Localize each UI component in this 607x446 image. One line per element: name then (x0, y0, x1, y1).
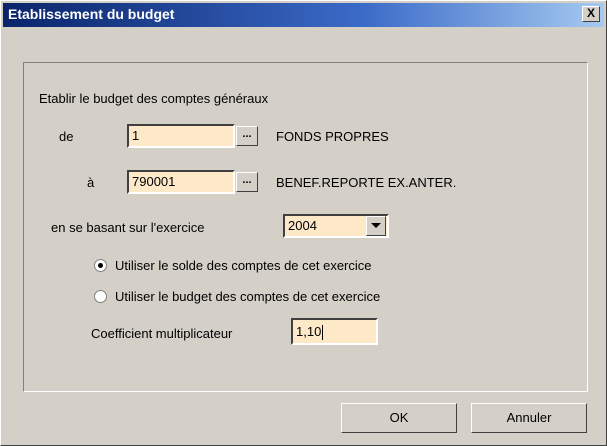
cancel-button[interactable]: Annuler (471, 403, 587, 433)
group-heading: Etablir le budget des comptes généraux (39, 91, 269, 106)
from-label: de (59, 129, 74, 144)
text-cursor (322, 325, 324, 341)
window-title: Etablissement du budget (8, 6, 175, 22)
to-account-field[interactable]: 790001 (127, 170, 235, 194)
coefficient-value: 1,10 (296, 324, 322, 339)
dialog-window: Etablissement du budget X Etablir le bud… (0, 0, 607, 446)
title-bar[interactable]: Etablissement du budget X (3, 3, 604, 27)
ellipsis-icon: ... (242, 174, 252, 186)
from-account-field[interactable]: 1 (127, 124, 235, 148)
to-account-description: BENEF.REPORTE EX.ANTER. (276, 175, 457, 190)
ellipsis-icon: ... (242, 128, 252, 140)
to-browse-button[interactable]: ... (236, 172, 258, 192)
from-account-description: FONDS PROPRES (276, 129, 389, 144)
radio-selected-dot (98, 263, 103, 268)
radio-use-budget-label[interactable]: Utiliser le budget des comptes de cet ex… (115, 289, 380, 304)
close-icon: X (586, 6, 595, 20)
to-label: à (87, 175, 95, 190)
ok-button[interactable]: OK (341, 403, 457, 433)
from-browse-button[interactable]: ... (236, 126, 258, 146)
radio-use-balance-label[interactable]: Utiliser le solde des comptes de cet exe… (115, 258, 372, 273)
exercise-dropdown-button[interactable] (366, 216, 386, 236)
coefficient-label: Coefficient multiplicateur (91, 326, 233, 341)
radio-use-budget[interactable] (94, 290, 107, 303)
coefficient-input[interactable]: 1,10 (291, 318, 378, 345)
chevron-down-icon (371, 223, 381, 228)
exercise-label: en se basant sur l'exercice (51, 220, 205, 235)
close-button[interactable]: X (582, 6, 600, 22)
radio-use-balance[interactable] (94, 259, 107, 272)
exercise-selected-value: 2004 (288, 218, 317, 233)
